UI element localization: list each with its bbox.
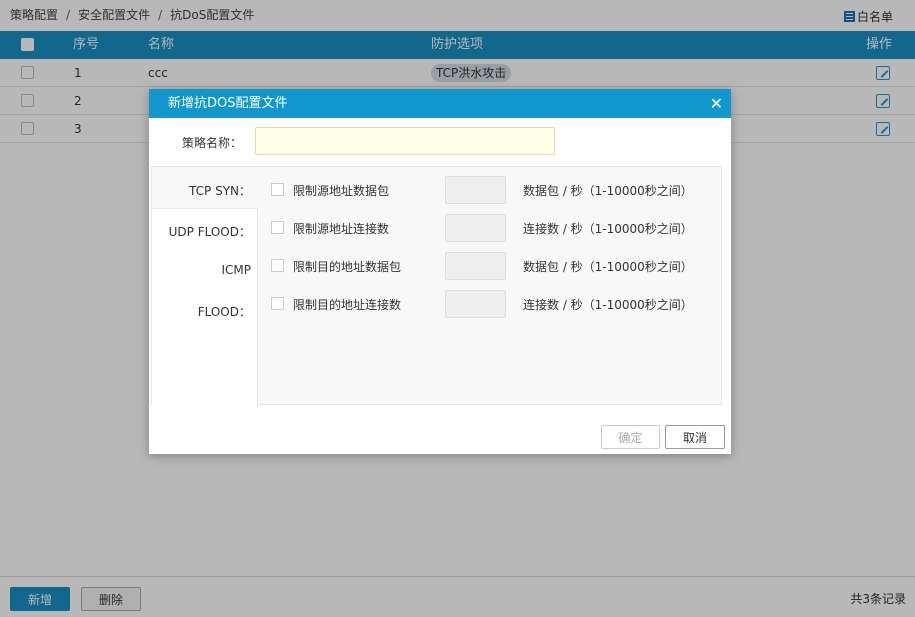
close-icon[interactable]: ✕ <box>710 89 723 118</box>
dialog-header: 新增抗DOS配置文件 ✕ <box>149 89 731 118</box>
option-row: 限制目的地址连接数 连接数 / 秒（1-10000秒之间） <box>271 290 711 318</box>
policy-name-label: 策略名称： <box>182 136 243 150</box>
protection-tabs: TCP SYN： UDP FLOOD： ICMP FLOOD： <box>152 167 258 407</box>
option-value-input[interactable] <box>445 214 506 242</box>
cancel-button[interactable]: 取消 <box>665 425 725 449</box>
option-value-input[interactable] <box>445 290 506 318</box>
option-unit: 连接数 / 秒（1-10000秒之间） <box>523 222 693 236</box>
option-row: 限制源地址数据包 数据包 / 秒（1-10000秒之间） <box>271 176 711 204</box>
option-unit: 数据包 / 秒（1-10000秒之间） <box>523 260 693 274</box>
add-anti-dos-dialog: 新增抗DOS配置文件 ✕ 策略名称： TCP SYN： UDP FLOOD： I… <box>149 89 731 454</box>
option-label: 限制目的地址连接数 <box>293 298 402 312</box>
policy-name-input[interactable] <box>255 127 555 155</box>
confirm-button[interactable]: 确定 <box>601 425 660 449</box>
option-label: 限制源地址数据包 <box>293 184 390 198</box>
tab-tcp-syn[interactable]: TCP SYN： <box>189 182 251 199</box>
option-label: 限制源地址连接数 <box>293 222 390 236</box>
protection-panel: TCP SYN： UDP FLOOD： ICMP FLOOD： 限制源地址数据包… <box>151 166 722 407</box>
option-checkbox[interactable] <box>271 259 284 272</box>
option-unit: 数据包 / 秒（1-10000秒之间） <box>523 184 693 198</box>
tab-icmp-flood[interactable]: FLOOD： <box>198 303 251 320</box>
tab-icmp[interactable]: ICMP <box>221 263 251 277</box>
dialog-title: 新增抗DOS配置文件 <box>168 96 288 111</box>
option-checkbox[interactable] <box>271 297 284 310</box>
option-value-input[interactable] <box>445 176 506 204</box>
option-row: 限制目的地址数据包 数据包 / 秒（1-10000秒之间） <box>271 252 711 280</box>
option-checkbox[interactable] <box>271 183 284 196</box>
tab-udp-flood[interactable]: UDP FLOOD： <box>169 223 251 240</box>
option-label: 限制目的地址数据包 <box>293 260 402 274</box>
option-row: 限制源地址连接数 连接数 / 秒（1-10000秒之间） <box>271 214 711 242</box>
option-checkbox[interactable] <box>271 221 284 234</box>
option-value-input[interactable] <box>445 252 506 280</box>
option-unit: 连接数 / 秒（1-10000秒之间） <box>523 298 693 312</box>
